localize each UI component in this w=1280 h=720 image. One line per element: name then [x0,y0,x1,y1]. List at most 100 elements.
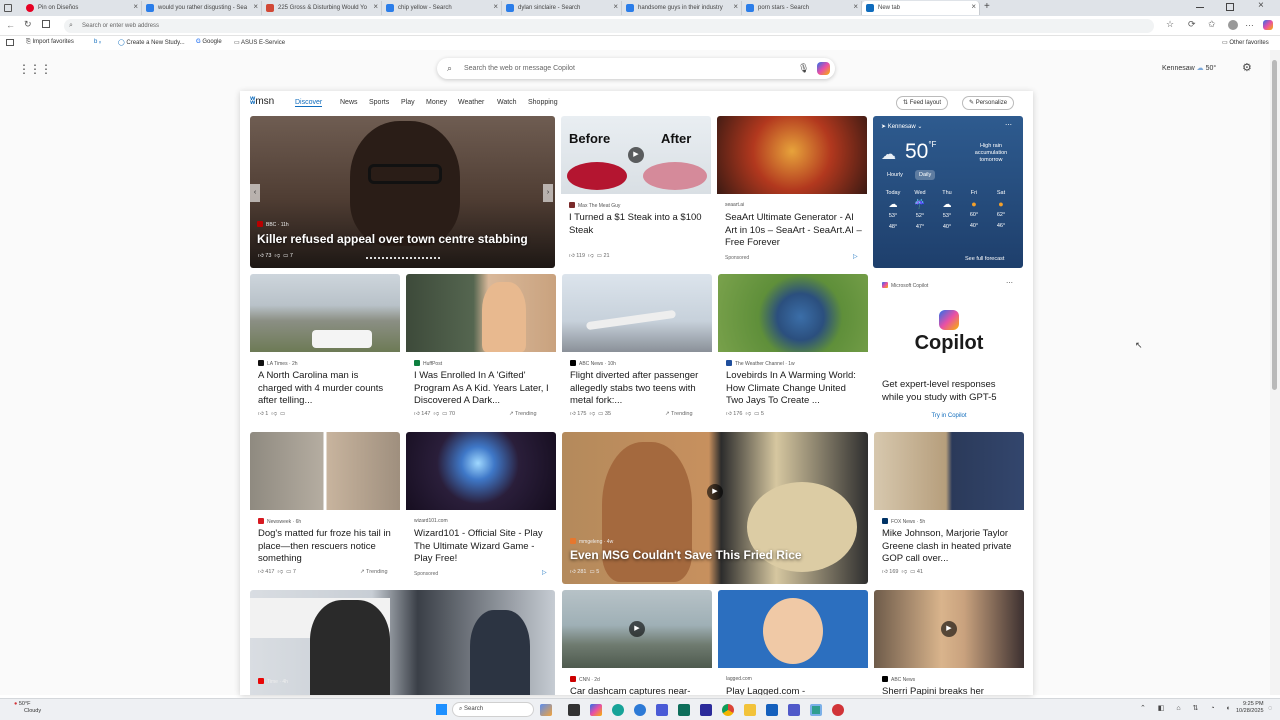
comment-icon[interactable]: ▭ [442,411,449,417]
bing-favorite-link[interactable]: b ᵥ [94,39,101,45]
import-favorites-link[interactable]: ⎘ Import favorites [26,39,74,46]
notification-bell-icon[interactable]: ◌ [1268,705,1272,712]
card-title[interactable]: Sherri Papini breaks her [882,686,1018,695]
fried-rice-video-card[interactable]: ▶ mmgeleng · 4w Even MSG Couldn't Save T… [562,432,868,584]
browser-tab[interactable]: dylan sinclaire - Search × [502,1,622,15]
new-tab-button[interactable]: + [984,1,990,12]
nav-discover[interactable]: Discover [295,99,323,107]
see-full-forecast-link[interactable]: See full forecast [965,256,1004,262]
nav-play[interactable]: Play [401,99,415,106]
dislike-icon[interactable]: 👎︎ [271,253,283,259]
system-tray[interactable]: ⌃ ◧ ⌂ ⇅ ◔ ◐ [1140,704,1236,712]
close-tab-icon[interactable]: × [253,2,258,11]
carousel-dots[interactable] [366,257,440,259]
back-icon[interactable]: ← [6,20,15,30]
weather-more-icon[interactable]: ⋯ [1005,121,1012,129]
minimize-button[interactable] [1196,7,1204,8]
teams-icon[interactable] [788,704,800,716]
news-card[interactable]: Newsweek · 6h Dog's matted fur froze his… [250,432,400,584]
browser-tab[interactable]: 225 Gross & Disturbing Would Yo × [262,1,382,15]
dislike-icon[interactable]: 👎︎ [742,411,754,417]
steak-card[interactable]: Before After ▶ Max The Meat Guy I Turned… [561,116,711,268]
nav-shopping[interactable]: Shopping [528,99,558,106]
chrome-icon[interactable] [722,704,734,716]
card-title[interactable]: Mike Johnson, Marjorie Taylor Greene cla… [882,528,1022,566]
profile-avatar[interactable] [1228,20,1238,30]
more-menu-icon[interactable]: … [1245,18,1254,28]
weather-alert[interactable]: High rain accumulation tomorrow [965,143,1017,164]
close-window-button[interactable]: × [1258,0,1264,11]
seaart-title[interactable]: SeaArt Ultimate Generator - AI Art in 10… [725,212,865,250]
app-icon[interactable] [832,704,844,716]
ad-choices-icon[interactable]: ▷ [853,253,858,260]
dislike-icon[interactable]: 👎︎ [430,411,442,417]
maximize-button[interactable] [1226,3,1234,11]
daily-tab[interactable]: Daily [915,170,936,180]
news-card[interactable]: FOX News · 5h Mike Johnson, Marjorie Tay… [874,432,1024,584]
copilot-app-icon[interactable] [540,704,552,716]
news-card[interactable]: HuffPost I Was Enrolled In A 'Gifted' Pr… [406,274,556,426]
favorite-star-icon[interactable]: ☆ [1166,19,1174,30]
nav-sports[interactable]: Sports [369,99,389,106]
card-title[interactable]: Car dashcam captures near- [570,686,706,695]
comment-icon[interactable]: ▭ [286,569,293,575]
play-icon[interactable]: ▶ [941,621,957,637]
clock[interactable]: 9:25 PM 10/28/2025 [1236,701,1264,715]
card-title[interactable]: Flight diverted after passenger allegedl… [570,370,706,408]
dislike-icon[interactable]: 👎︎ [585,253,597,259]
google-link[interactable]: G Google [196,39,222,45]
close-tab-icon[interactable]: × [493,2,498,11]
news-card[interactable]: ▶ CNN · 2d Car dashcam captures near- [562,590,712,695]
play-icon[interactable]: ▶ [628,147,644,163]
copilot-title[interactable]: Get expert-level responses while you stu… [882,379,1018,405]
extensions-icon[interactable]: ⟳ [1188,19,1196,30]
carousel-next-arrow[interactable]: › [543,184,553,202]
browser-tab-active[interactable]: New tab × [862,1,980,15]
nav-money[interactable]: Money [426,99,447,106]
carousel-prev-arrow[interactable]: ‹ [250,184,260,202]
card-more-icon[interactable]: ⋯ [1006,279,1013,287]
weather-location[interactable]: ➤ Kennesaw ⌄ [881,123,922,130]
news-card[interactable]: ▶ ABC News Sherri Papini breaks her [874,590,1024,695]
address-bar[interactable]: ⌕ Search or enter web address [64,19,1154,33]
browser-tab[interactable]: porn stars - Search × [742,1,862,15]
play-icon[interactable]: ▶ [629,621,645,637]
app-icon[interactable] [766,704,778,716]
location-weather[interactable]: Kennesaw ☁ 50° [1162,64,1216,72]
close-tab-icon[interactable]: × [853,2,858,11]
play-icon[interactable]: ▶ [707,484,723,500]
sidebar-toggle-icon[interactable] [6,39,14,46]
task-view-icon[interactable] [568,704,580,716]
browser-tab[interactable]: chip yellow - Search × [382,1,502,15]
weather-card[interactable]: ➤ Kennesaw ⌄ ⋯ ☁ 50°F High rain accumula… [873,116,1023,268]
news-card[interactable]: ABC News · 10h Flight diverted after pas… [562,274,712,426]
feed-layout-button[interactable]: ⇅ Feed layout [896,96,949,110]
immigration-court-card[interactable]: Time · 4h [250,590,555,695]
edge-dev-icon[interactable] [634,704,646,716]
hero-title[interactable]: Killer refused appeal over town centre s… [257,232,528,246]
refresh-icon[interactable]: ↻ [24,19,32,30]
steak-title[interactable]: I Turned a $1 Steak into a $100 Steak [569,212,705,238]
dislike-icon[interactable]: 👎︎ [898,569,910,575]
window-menu-icon[interactable] [4,4,12,12]
card-title[interactable]: Dog's matted fur froze his tail in place… [258,528,394,566]
try-copilot-link[interactable]: Try in Copilot [874,413,1024,419]
comment-icon[interactable]: ▭ [586,569,596,575]
dislike-icon[interactable]: 👎︎ [586,411,598,417]
favorites-icon[interactable]: ✩ [1208,19,1216,30]
close-tab-icon[interactable]: × [733,2,738,11]
news-card[interactable]: The Weather Channel · 1w Lovebirds In A … [718,274,868,426]
hero-news-card[interactable]: ‹ › BBC · 11h Killer refused appeal over… [250,116,555,268]
dislike-icon[interactable]: 👎︎ [268,411,280,417]
lagged-title[interactable]: Play Lagged.com - [726,686,862,695]
comment-icon[interactable]: ▭ [910,569,917,575]
dislike-icon[interactable]: 👎︎ [274,569,286,575]
comment-icon[interactable]: ▭ [754,411,761,417]
comment-icon[interactable]: ▭ [280,411,285,417]
app-icon[interactable] [656,704,668,716]
taskbar-weather[interactable]: ● 50°F Cloudy [14,701,41,715]
asus-eservice-link[interactable]: ▭ ASUS E-Service [234,39,285,46]
taskbar-search[interactable]: ⌕ Search [452,702,534,717]
settings-gear-icon[interactable]: ⚙ [1242,61,1252,74]
comment-icon[interactable]: ▭ [598,411,605,417]
